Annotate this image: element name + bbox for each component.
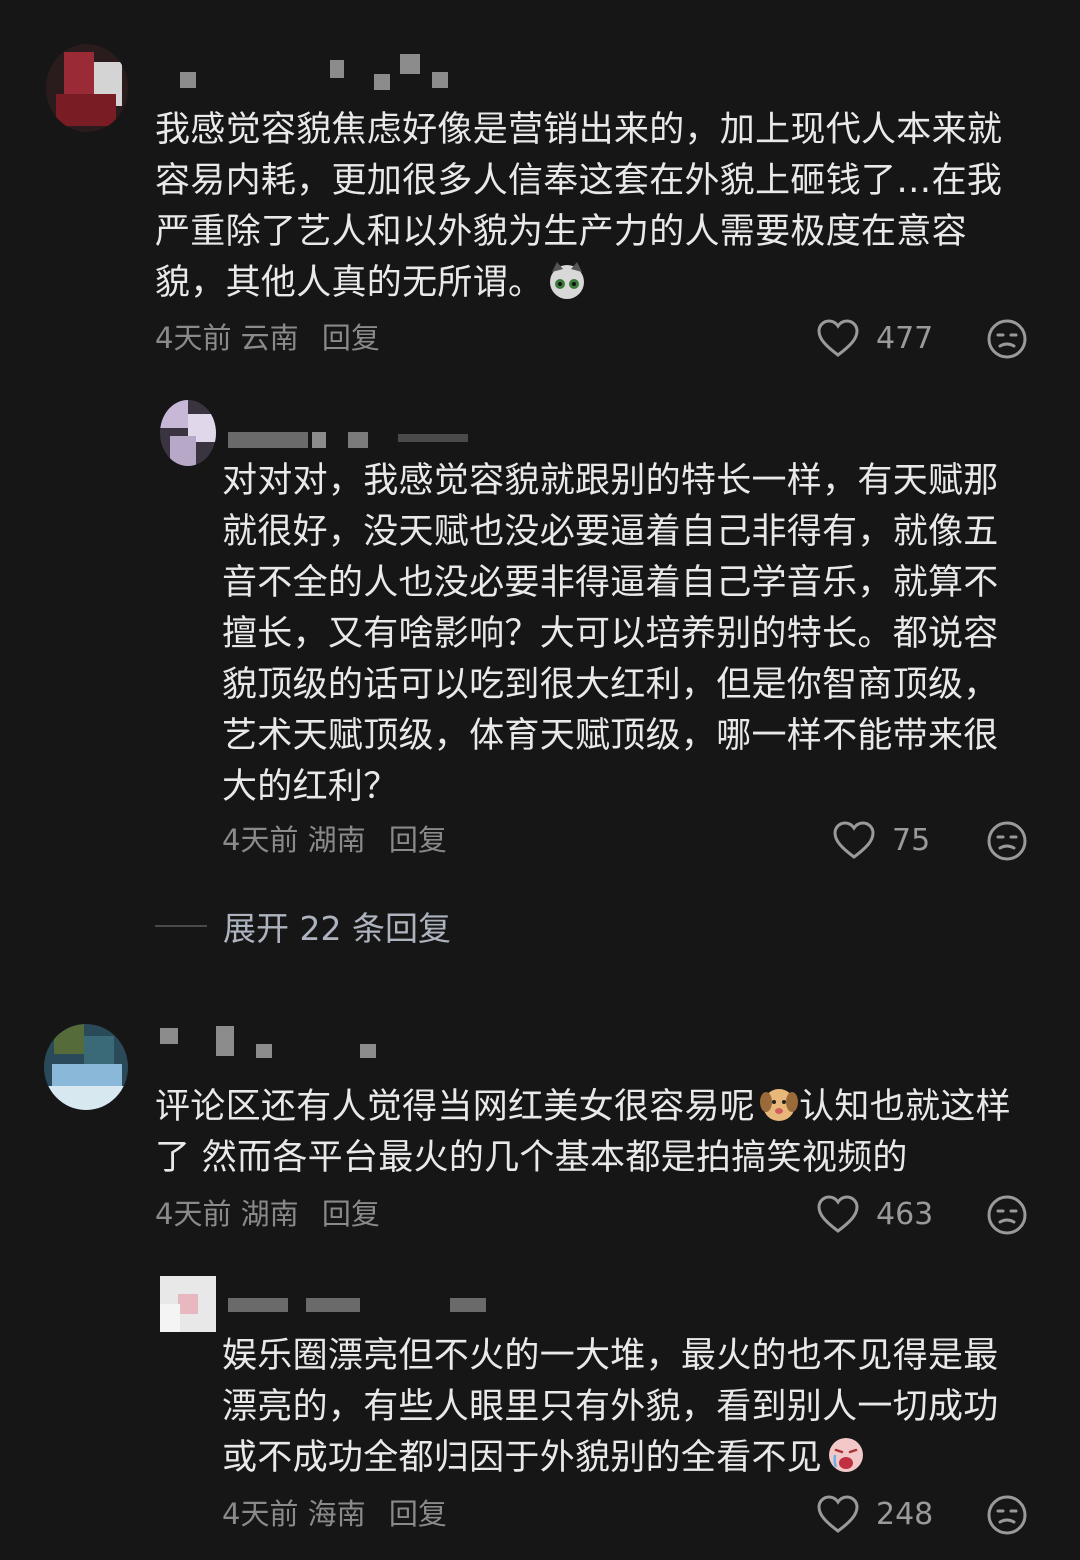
crying-face-emoji — [826, 1435, 866, 1475]
like-button[interactable]: 463 — [816, 1194, 933, 1234]
avatar[interactable] — [44, 1024, 128, 1110]
reply-button[interactable]: 回复 — [389, 823, 447, 857]
reply-time: 4天前 — [222, 1497, 299, 1531]
reply-location: 湖南 — [307, 823, 366, 857]
like-count: 477 — [876, 320, 934, 356]
reply-meta: 4天前 湖南 回复 — [222, 820, 447, 860]
heart-icon — [817, 319, 859, 357]
like-button[interactable]: 477 — [816, 318, 933, 358]
username-blurred[interactable] — [160, 52, 460, 90]
expand-replies-button[interactable]: 展开 22 条回复 — [155, 902, 451, 950]
dislike-face-icon[interactable] — [986, 1494, 1028, 1540]
heart-icon — [817, 1195, 859, 1233]
dislike-face-icon[interactable] — [986, 820, 1028, 866]
heart-icon — [817, 1495, 859, 1533]
comment-location: 湖南 — [240, 1197, 299, 1231]
comment-text: 评论区还有人觉得当网红美女很容易呢 认知也就这样了 然而各平台最火的几个基本都是拍… — [155, 1082, 1040, 1184]
dog-emoji — [759, 1084, 799, 1124]
reply-button[interactable]: 回复 — [322, 1197, 380, 1231]
heart-icon — [833, 821, 875, 859]
like-count: 75 — [892, 822, 931, 858]
reply-text: 娱乐圈漂亮但不火的一大堆，最火的也不见得是最漂亮的，有些人眼里只有外貌，看到别人… — [222, 1336, 999, 1478]
cat-emoji — [547, 260, 587, 300]
reply-time: 4天前 — [222, 823, 299, 857]
dislike-face-icon[interactable] — [986, 1194, 1028, 1240]
comment-location: 云南 — [240, 321, 299, 355]
reply-button[interactable]: 回复 — [389, 1497, 447, 1531]
like-button[interactable]: 75 — [832, 820, 930, 860]
divider — [155, 925, 207, 927]
like-count: 248 — [876, 1496, 934, 1532]
comment-time: 4天前 — [155, 321, 232, 355]
username-blurred[interactable] — [228, 404, 488, 448]
like-count: 463 — [876, 1196, 934, 1232]
reply-button[interactable]: 回复 — [322, 321, 380, 355]
dislike-face-icon[interactable] — [986, 318, 1028, 364]
avatar[interactable] — [160, 400, 216, 466]
comment-text: 我感觉容貌焦虑好像是营销出来的，加上现代人本来就容易内耗，更加很多人信奉这套在外… — [155, 110, 1003, 303]
avatar[interactable] — [160, 1276, 216, 1332]
comment-meta: 4天前 云南 回复 — [155, 318, 380, 358]
username-blurred[interactable] — [160, 1024, 400, 1058]
reply-meta: 4天前 海南 回复 — [222, 1494, 447, 1534]
comment-meta: 4天前 湖南 回复 — [155, 1194, 380, 1234]
comment-time: 4天前 — [155, 1197, 232, 1231]
like-button[interactable]: 248 — [816, 1494, 933, 1534]
reply-text: 对对对，我感觉容貌就跟别的特长一样，有天赋那就很好，没天赋也没必要逼着自己非得有… — [222, 461, 999, 807]
reply-location: 海南 — [307, 1497, 366, 1531]
avatar[interactable] — [46, 44, 128, 132]
username-blurred[interactable] — [228, 1290, 508, 1320]
